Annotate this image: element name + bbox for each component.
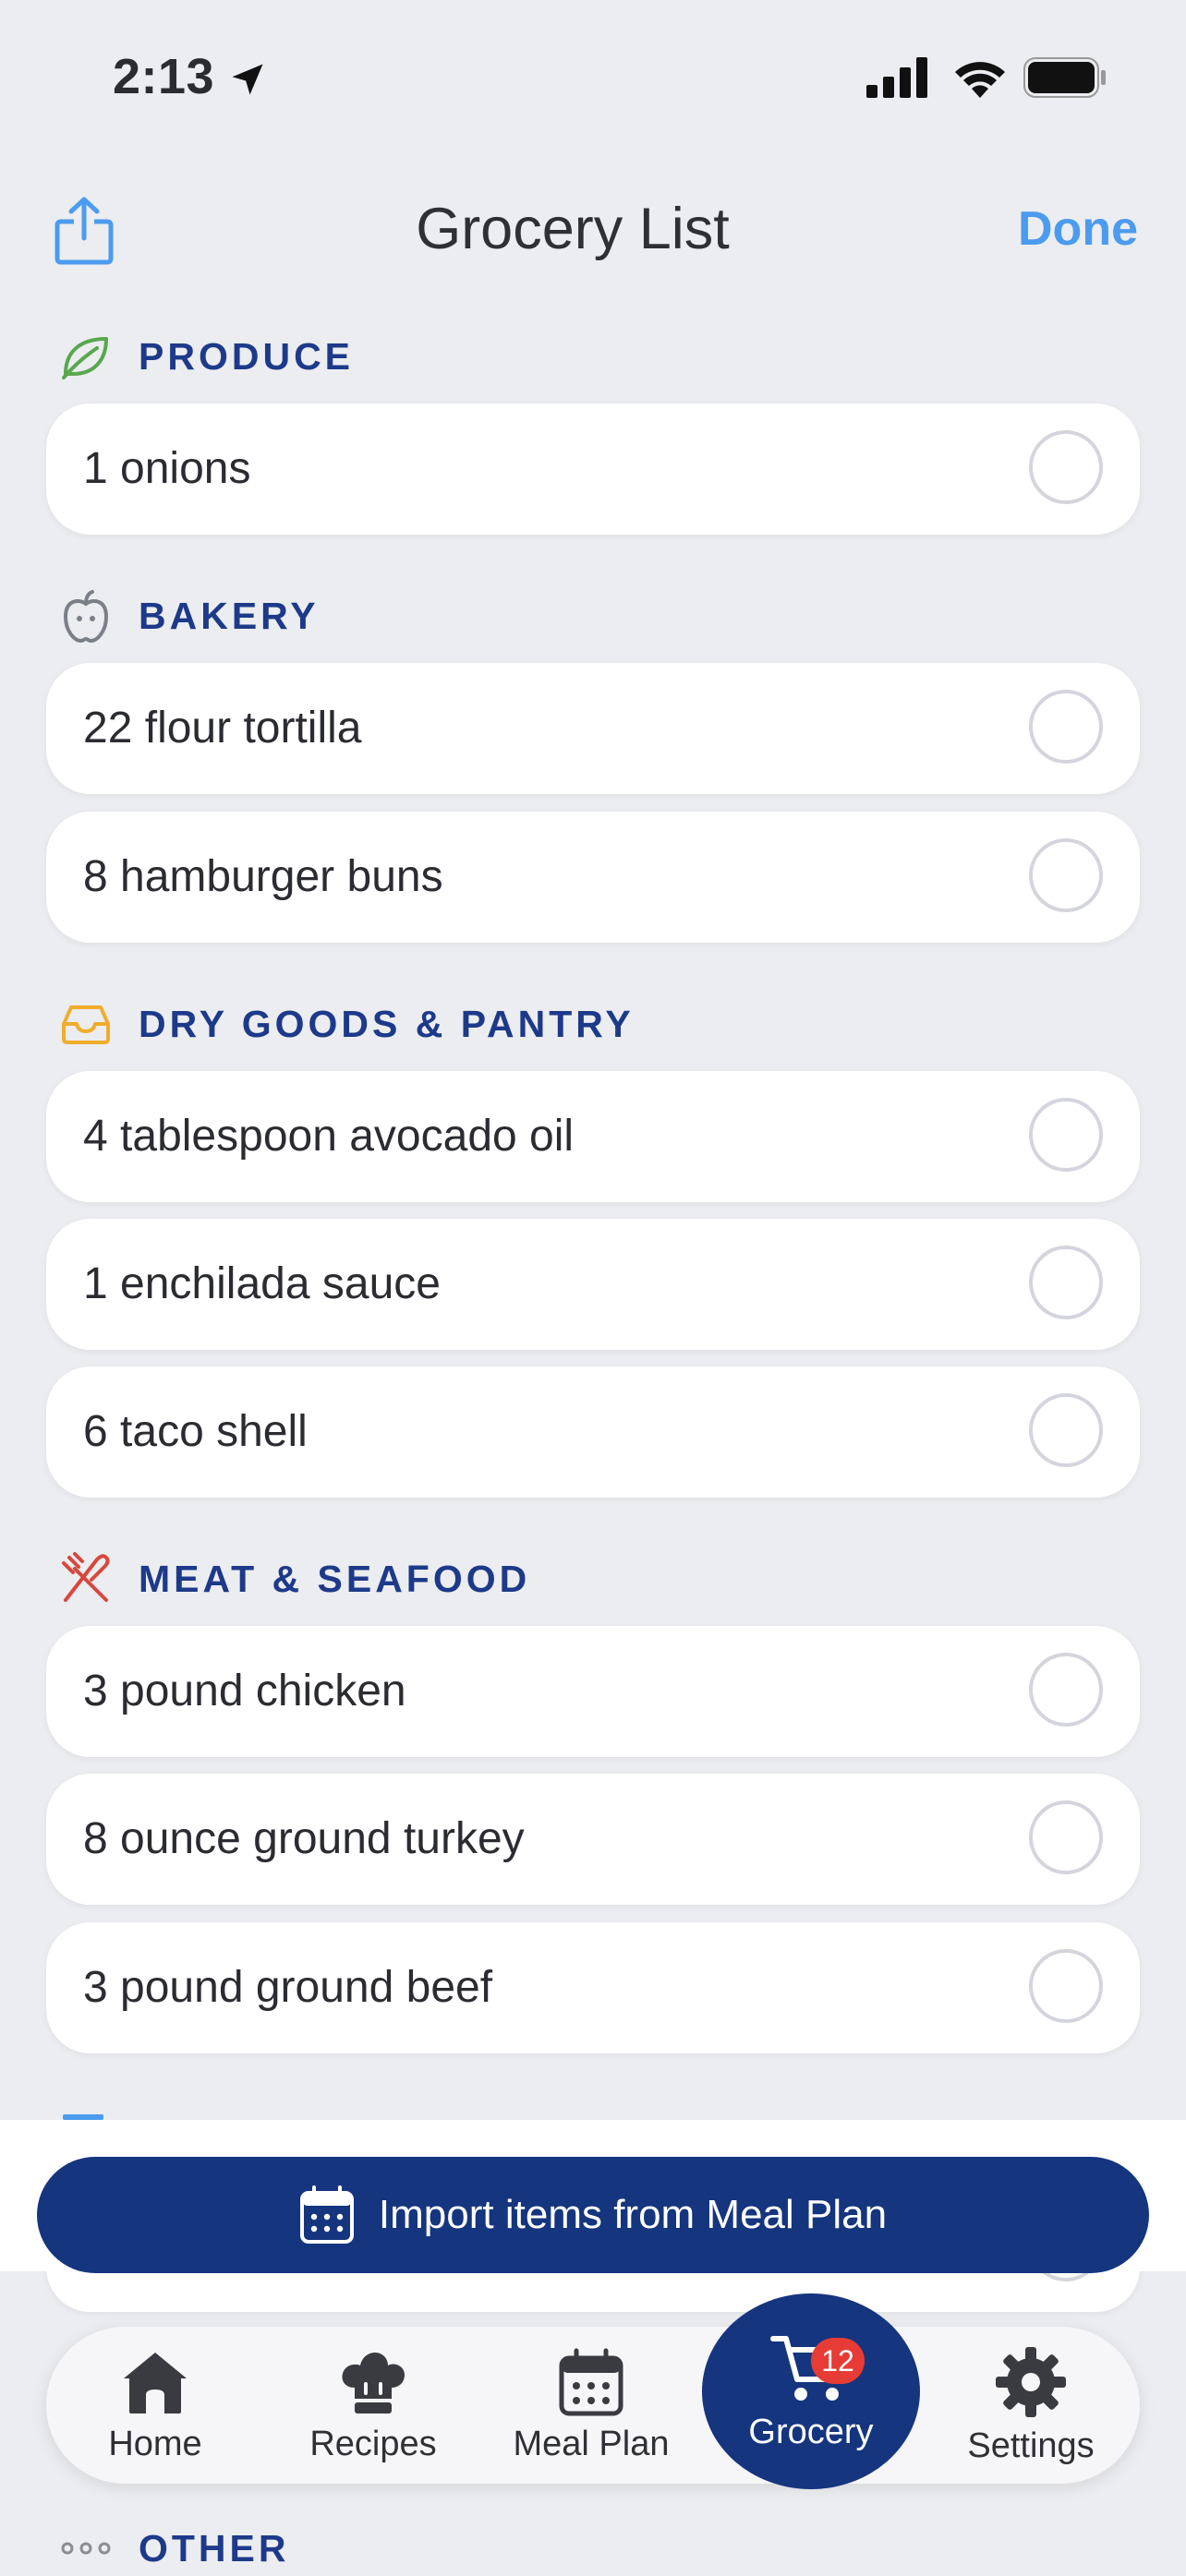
list-item[interactable]: 1 onions (46, 403, 1140, 535)
item-checkbox[interactable] (1029, 1653, 1103, 1727)
section-header-bakery: BAKERY (59, 588, 320, 644)
section-header-produce: PRODUCE (59, 329, 354, 384)
item-label: 1 onions (83, 444, 251, 493)
section-label: DRY GOODS & PANTRY (139, 1002, 635, 1045)
tab-label: Settings (967, 2426, 1095, 2465)
item-label: 22 flour tortilla (83, 704, 362, 752)
leaf-icon (59, 330, 113, 383)
location-arrow-icon (232, 64, 263, 95)
item-label: 4 tablespoon avocado oil (83, 1112, 575, 1161)
grocery-count-badge: 12 (811, 2338, 865, 2384)
house-icon (124, 2352, 187, 2413)
section-label: PRODUCE (139, 334, 355, 378)
list-item[interactable]: 1 enchilada sauce (46, 1219, 1140, 1350)
section-header-dry-goods: DRY GOODS & PANTRY (59, 996, 635, 1052)
apple-icon (59, 589, 113, 643)
tab-meal-plan[interactable]: Meal Plan (482, 2327, 700, 2484)
item-checkbox[interactable] (1029, 430, 1103, 504)
ellipsis-icon (59, 2522, 113, 2575)
tab-label: Home (108, 2424, 202, 2463)
tray-icon (59, 997, 113, 1051)
tab-recipes[interactable]: Recipes (264, 2327, 482, 2484)
done-button[interactable]: Done (1018, 201, 1138, 257)
calendar-icon (559, 2348, 623, 2415)
item-checkbox[interactable] (1029, 1393, 1103, 1467)
calendar-icon (299, 2185, 354, 2244)
list-item[interactable]: 3 pound chicken (46, 1626, 1140, 1757)
section-header-other: OTHER (59, 2521, 290, 2576)
import-button-label: Import items from Meal Plan (378, 2192, 888, 2237)
tab-label: Meal Plan (513, 2424, 670, 2463)
section-label: MEAT & SEAFOOD (139, 1557, 531, 1600)
item-label: 6 taco shell (83, 1407, 308, 1456)
item-label: 8 hamburger buns (83, 852, 443, 901)
import-meal-plan-button[interactable]: Import items from Meal Plan (37, 2157, 1149, 2273)
fork-knife-icon (59, 1552, 113, 1606)
list-item[interactable]: 22 flour tortilla (46, 663, 1140, 794)
tab-label: Grocery (748, 2412, 874, 2451)
item-checkbox[interactable] (1029, 838, 1103, 912)
section-label: BAKERY (139, 594, 320, 637)
list-item[interactable]: 8 ounce ground turkey (46, 1774, 1140, 1905)
gear-icon (996, 2346, 1066, 2417)
list-item[interactable]: 6 taco shell (46, 1366, 1140, 1498)
tab-grocery[interactable]: 12 Grocery (702, 2293, 920, 2489)
page-title: Grocery List (416, 197, 730, 261)
item-checkbox[interactable] (1029, 1949, 1103, 2023)
item-checkbox[interactable] (1029, 1098, 1103, 1172)
item-label: 3 pound ground beef (83, 1963, 493, 2012)
cellular-signal-icon (866, 57, 927, 98)
battery-icon (1023, 57, 1106, 98)
list-item[interactable]: 4 tablespoon avocado oil (46, 1071, 1140, 1202)
section-label: OTHER (139, 2526, 290, 2570)
tab-settings[interactable]: Settings (922, 2327, 1140, 2484)
list-item[interactable]: 3 pound ground beef (46, 1922, 1140, 2053)
item-label: 3 pound chicken (83, 1667, 406, 1715)
list-item[interactable]: 8 hamburger buns (46, 812, 1140, 943)
chef-hat-icon (342, 2352, 405, 2413)
item-checkbox[interactable] (1029, 1800, 1103, 1874)
item-label: 8 ounce ground turkey (83, 1814, 525, 1863)
status-time: 2:13 (113, 49, 215, 104)
tab-home[interactable]: Home (46, 2327, 264, 2484)
item-checkbox[interactable] (1029, 690, 1103, 764)
tab-label: Recipes (309, 2424, 437, 2463)
item-checkbox[interactable] (1029, 1246, 1103, 1319)
tab-bar: Home Recipes Meal Plan 12 Grocery Settin… (46, 2293, 1140, 2489)
item-label: 1 enchilada sauce (83, 1259, 441, 1308)
section-header-meat-seafood: MEAT & SEAFOOD (59, 1551, 530, 1607)
wifi-icon (955, 62, 1005, 98)
